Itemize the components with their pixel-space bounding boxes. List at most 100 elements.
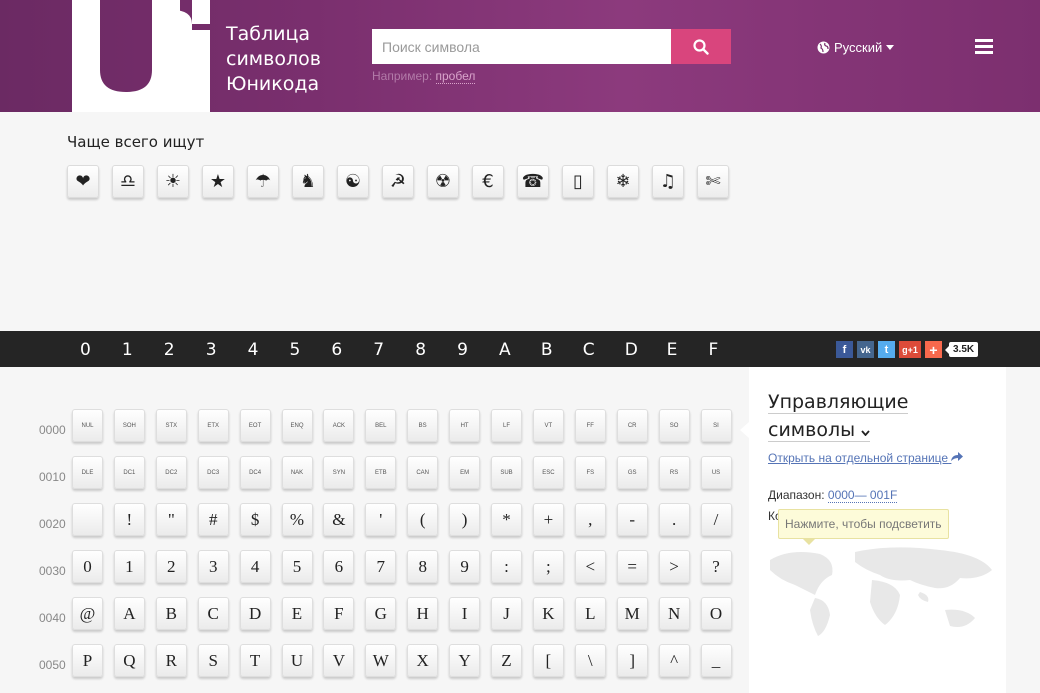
- popular-symbol-key[interactable]: ☎: [517, 165, 549, 198]
- language-selector[interactable]: Русский: [817, 40, 895, 55]
- char-key[interactable]: ;: [532, 550, 564, 583]
- char-key[interactable]: D: [239, 597, 271, 630]
- char-key[interactable]: C: [197, 597, 229, 630]
- char-key[interactable]: 0: [72, 550, 103, 583]
- char-key[interactable]: FF: [574, 409, 606, 442]
- hex-column-label[interactable]: D: [625, 340, 638, 360]
- char-key[interactable]: L: [574, 597, 606, 630]
- char-key[interactable]: SYN: [323, 456, 355, 489]
- popular-symbol-key[interactable]: ★: [202, 165, 234, 198]
- char-key[interactable]: .: [658, 503, 690, 536]
- char-key[interactable]: N: [658, 597, 690, 630]
- search-input[interactable]: [372, 29, 671, 64]
- char-key[interactable]: GS: [616, 456, 648, 489]
- char-key[interactable]: VT: [532, 409, 564, 442]
- hamburger-menu-button[interactable]: [975, 39, 993, 55]
- char-key[interactable]: FS: [574, 456, 606, 489]
- char-key[interactable]: DC2: [155, 456, 187, 489]
- char-key[interactable]: M: [616, 597, 648, 630]
- char-key[interactable]: 4: [239, 550, 271, 583]
- char-key[interactable]: =: [616, 550, 648, 583]
- block-title[interactable]: Управляющие символы: [768, 388, 909, 444]
- open-separate-page-link[interactable]: Открыть на отдельной странице: [768, 451, 964, 465]
- char-key[interactable]: /: [700, 503, 732, 536]
- facebook-icon[interactable]: f: [836, 341, 853, 358]
- site-logo[interactable]: [72, 0, 210, 112]
- char-key[interactable]: Q: [113, 644, 145, 677]
- char-key[interactable]: I: [449, 597, 481, 630]
- char-key[interactable]: ENQ: [281, 409, 313, 442]
- hint-example-link[interactable]: пробел: [435, 69, 476, 84]
- search-button[interactable]: [671, 29, 731, 64]
- popular-symbol-key[interactable]: ☭: [382, 165, 414, 198]
- hex-column-label[interactable]: 4: [248, 340, 259, 360]
- char-key[interactable]: ESC: [532, 456, 564, 489]
- char-key[interactable]: %: [281, 503, 313, 536]
- hex-column-label[interactable]: 0: [80, 340, 91, 360]
- popular-symbol-key[interactable]: €: [472, 165, 504, 198]
- char-key[interactable]: [72, 503, 103, 536]
- char-key[interactable]: E: [281, 597, 313, 630]
- char-key[interactable]: 7: [365, 550, 397, 583]
- popular-symbol-key[interactable]: ☀: [157, 165, 189, 198]
- popular-symbol-key[interactable]: ❤: [67, 165, 99, 198]
- char-key[interactable]: A: [113, 597, 145, 630]
- char-key[interactable]: ,: [574, 503, 606, 536]
- char-key[interactable]: 5: [281, 550, 313, 583]
- char-key[interactable]: K: [532, 597, 564, 630]
- char-key[interactable]: CAN: [407, 456, 439, 489]
- char-key[interactable]: 6: [323, 550, 355, 583]
- hex-column-label[interactable]: 2: [164, 340, 175, 360]
- block-title-line2[interactable]: символы: [768, 419, 871, 442]
- hex-column-label[interactable]: 7: [373, 340, 384, 360]
- char-key[interactable]: J: [491, 597, 522, 630]
- char-key[interactable]: Z: [491, 644, 522, 677]
- char-key[interactable]: ?: [700, 550, 732, 583]
- popular-symbol-key[interactable]: ☂: [247, 165, 279, 198]
- char-key[interactable]: 8: [407, 550, 439, 583]
- char-key[interactable]: \: [574, 644, 606, 677]
- char-key[interactable]: BEL: [365, 409, 397, 442]
- share-plus-icon[interactable]: +: [925, 341, 942, 358]
- char-key[interactable]: ^: [658, 644, 690, 677]
- hex-column-label[interactable]: 3: [206, 340, 217, 360]
- char-key[interactable]: *: [491, 503, 522, 536]
- char-key[interactable]: P: [72, 644, 103, 677]
- char-key[interactable]: SI: [700, 409, 732, 442]
- hex-column-label[interactable]: A: [499, 340, 511, 360]
- range-value[interactable]: 0000— 001F: [827, 488, 898, 503]
- char-key[interactable]: SO: [658, 409, 690, 442]
- char-key[interactable]: ACK: [323, 409, 355, 442]
- char-key[interactable]: 2: [155, 550, 187, 583]
- char-key[interactable]: SOH: [113, 409, 145, 442]
- popular-symbol-key[interactable]: ♫: [652, 165, 684, 198]
- char-key[interactable]: BS: [407, 409, 439, 442]
- char-key[interactable]: ETX: [197, 409, 229, 442]
- char-key[interactable]: U: [281, 644, 313, 677]
- char-key[interactable]: US: [700, 456, 732, 489]
- char-key[interactable]: CR: [616, 409, 648, 442]
- hex-column-label[interactable]: 8: [415, 340, 426, 360]
- char-key[interactable]: <: [574, 550, 606, 583]
- char-key[interactable]: RS: [658, 456, 690, 489]
- hex-column-label[interactable]: 9: [457, 340, 468, 360]
- char-key[interactable]: >: [658, 550, 690, 583]
- char-key[interactable]: _: [700, 644, 732, 677]
- char-key[interactable]: ): [449, 503, 481, 536]
- vk-icon[interactable]: vk: [857, 341, 874, 358]
- popular-symbol-key[interactable]: ☢: [427, 165, 459, 198]
- hex-column-label[interactable]: F: [709, 340, 719, 360]
- char-key[interactable]: NAK: [281, 456, 313, 489]
- popular-symbol-key[interactable]: ♎: [112, 165, 144, 198]
- char-key[interactable]: [: [532, 644, 564, 677]
- char-key[interactable]: STX: [155, 409, 187, 442]
- char-key[interactable]: 1: [113, 550, 145, 583]
- char-key[interactable]: NUL: [72, 409, 103, 442]
- hex-column-label[interactable]: B: [541, 340, 553, 360]
- char-key[interactable]: B: [155, 597, 187, 630]
- char-key[interactable]: LF: [491, 409, 522, 442]
- popular-symbol-key[interactable]: ♞: [292, 165, 324, 198]
- char-key[interactable]: W: [365, 644, 397, 677]
- popular-symbol-key[interactable]: ✄: [697, 165, 729, 198]
- char-key[interactable]: Y: [449, 644, 481, 677]
